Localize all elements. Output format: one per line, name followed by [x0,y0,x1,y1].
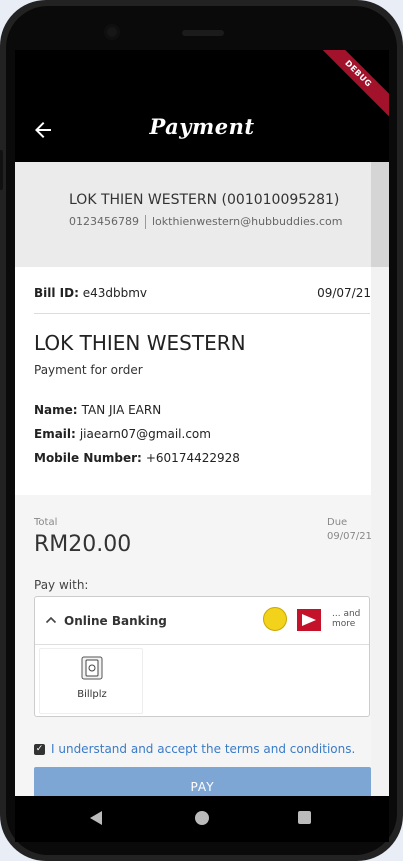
mobile-label: Mobile Number: [34,451,142,465]
merchant-header: LOK THIEN WESTERN (001010095281) 0123456… [15,162,371,267]
page-title: Payment [149,114,255,139]
square-recent-icon[interactable] [298,811,311,824]
divider [34,313,370,314]
pay-button[interactable]: PAY [34,767,371,796]
bill-id-label: Bill ID: [34,286,79,300]
contact-separator [145,215,146,229]
due-label: Due [327,517,348,528]
customer-email: Email: jiaearn07@gmail.com [34,427,211,441]
terms-checkbox-row[interactable]: ✓ I understand and accept the terms and c… [34,742,355,756]
billplz-label: Billplz [77,689,107,700]
total-amount: RM20.00 [34,532,132,557]
bill-details: Bill ID: e43dbbmv 09/07/21 LOK THIEN WES… [15,267,371,495]
customer-name: Name: TAN JIA EARN [34,403,161,417]
front-camera [104,24,120,40]
payment-method-panel: Online Banking ... and more Billplz [34,596,370,717]
merchant-name: LOK THIEN WESTERN (001010095281) [69,192,340,208]
name-value: TAN JIA EARN [81,403,162,417]
android-nav-bar [15,796,389,842]
merchant-phone: 0123456789 [69,215,139,228]
scrollbar-track-top[interactable] [371,162,389,267]
phone-frame: Payment DEBUG LOK THIEN WESTERN (0010100… [0,0,403,861]
app-bar: Payment DEBUG [15,50,389,162]
banknote-icon [81,656,103,680]
debug-ribbon: DEBUG [313,50,389,119]
merchant-email: lokthienwestern@hubbuddies.com [152,215,343,228]
bank-logo-red [297,609,321,631]
app-screen: Payment DEBUG LOK THIEN WESTERN (0010100… [15,50,389,796]
bill-date: 09/07/21 [317,286,371,300]
pay-with-label: Pay with: [34,578,89,592]
terms-checkbox[interactable]: ✓ [34,744,45,755]
more-label-line1: ... and [332,609,361,619]
bill-id-value: e43dbbmv [82,286,148,300]
scrollbar-track[interactable] [371,267,389,796]
volume-button [0,150,3,190]
triangle-back-icon[interactable] [90,811,102,825]
more-banks-label: ... and more [332,609,360,629]
earpiece-speaker [182,30,224,36]
business-name: LOK THIEN WESTERN [34,331,246,355]
chevron-up-icon [45,616,57,624]
due-date: 09/07/21 [327,531,372,542]
customer-mobile: Mobile Number: +60174422928 [34,451,240,465]
payment-section: Total RM20.00 Due 09/07/21 Pay with: Onl… [15,495,372,796]
name-label: Name: [34,403,78,417]
merchant-contact: 0123456789 lokthienwestern@hubbuddies.com [69,215,343,229]
email-label: Email: [34,427,76,441]
bill-description: Payment for order [34,363,143,377]
online-banking-header[interactable]: Online Banking ... and more [35,597,369,645]
billplz-option[interactable]: Billplz [39,648,143,714]
bill-id: Bill ID: e43dbbmv [34,286,147,300]
more-label-line2: more [332,619,356,629]
online-banking-title: Online Banking [64,614,167,628]
total-label: Total [34,517,58,528]
email-value: jiaearn07@gmail.com [79,427,211,441]
mobile-value: +60174422928 [145,451,240,465]
bank-logo-yellow [263,607,287,631]
circle-home-icon[interactable] [195,811,209,825]
terms-text: I understand and accept the terms and co… [51,742,356,756]
